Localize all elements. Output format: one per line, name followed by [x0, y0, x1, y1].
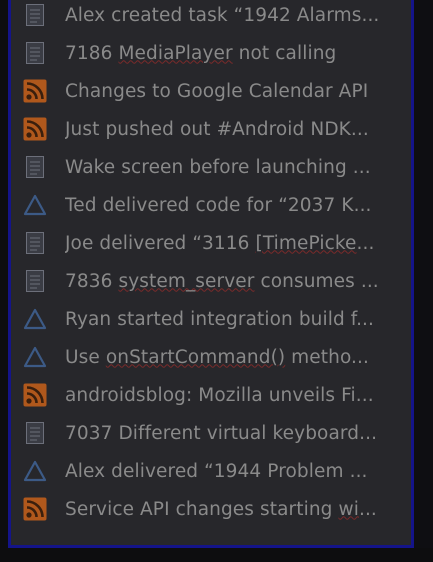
feed-item[interactable]: Ryan started integration build f... [11, 300, 411, 338]
feed-item-label: Changes to Google Calendar API [65, 81, 368, 102]
rss-icon [23, 79, 47, 103]
feed-item[interactable]: 7037 Different virtual keyboard... [11, 414, 411, 452]
feed-item-text: ... [358, 498, 377, 520]
feed-item-text: ... [356, 232, 375, 254]
feed-item-label: 7836 system_server consumes ... [65, 271, 379, 292]
feed-item[interactable]: Joe delivered “3116 [TimePicke... [11, 224, 411, 262]
feed-item-label: Service API changes starting wi... [65, 499, 377, 520]
document-icon [23, 3, 47, 27]
spellcheck-word: system_server [118, 270, 255, 292]
triangle-icon [23, 345, 47, 369]
feed-item-text: Ryan started integration build f... [65, 308, 375, 330]
document-icon [23, 231, 47, 255]
feed-item-text: Wake screen before launching ... [65, 156, 371, 178]
feed-item-text: Ted delivered code for “2037 K... [65, 194, 372, 216]
triangle-icon [23, 193, 47, 217]
activity-feed-list: Alex created task “1942 Alarms... 7186 Me… [11, 0, 411, 528]
panel-right-edge [414, 0, 433, 562]
feed-item[interactable]: Alex delivered “1944 Problem ... [11, 452, 411, 490]
feed-item-text: consumes ... [254, 270, 379, 292]
document-icon [23, 269, 47, 293]
feed-item[interactable]: Alex created task “1942 Alarms... [11, 0, 411, 34]
feed-item-text: Service API changes starting [65, 498, 339, 520]
spellcheck-word: MediaPlayer [118, 42, 233, 64]
feed-item[interactable]: Just pushed out #Android NDK... [11, 110, 411, 148]
feed-item-text: 7186 [65, 42, 119, 64]
activity-feed-panel: Alex created task “1942 Alarms... 7186 Me… [8, 0, 414, 548]
feed-item[interactable]: Wake screen before launching ... [11, 148, 411, 186]
feed-item-text: 7037 Different virtual keyboard... [65, 422, 378, 444]
feed-item-text: Changes to Google Calendar API [65, 80, 369, 102]
feed-item-text: Use [65, 346, 106, 368]
feed-item-label: 7037 Different virtual keyboard... [65, 423, 377, 444]
document-icon [23, 155, 47, 179]
rss-icon [23, 497, 47, 521]
feed-item-label: Wake screen before launching ... [65, 157, 371, 178]
spellcheck-word: [TimePicke [255, 232, 357, 254]
spellcheck-word: wi [338, 498, 359, 520]
panel-bottom-edge [0, 548, 433, 562]
feed-item-text: 7836 [65, 270, 119, 292]
feed-item[interactable]: Use onStartCommand() metho... [11, 338, 411, 376]
feed-item-text: Just pushed out #Android NDK... [65, 118, 369, 140]
feed-item[interactable]: 7836 system_server consumes ... [11, 262, 411, 300]
feed-item-text: metho... [285, 346, 370, 368]
triangle-icon [23, 459, 47, 483]
feed-item-label: Joe delivered “3116 [TimePicke... [65, 233, 374, 254]
feed-item[interactable]: androidsblog: Mozilla unveils Fi... [11, 376, 411, 414]
feed-item-label: Just pushed out #Android NDK... [65, 119, 369, 140]
feed-item-label: Ryan started integration build f... [65, 309, 374, 330]
spellcheck-word: onStartCommand() [105, 346, 286, 368]
feed-item[interactable]: Ted delivered code for “2037 K... [11, 186, 411, 224]
feed-item-text: Joe delivered “3116 [65, 232, 256, 254]
feed-item-text: Alex delivered “1944 Problem ... [65, 460, 368, 482]
feed-item-label: Alex delivered “1944 Problem ... [65, 461, 368, 482]
rss-icon [23, 117, 47, 141]
feed-item[interactable]: 7186 MediaPlayer not calling [11, 34, 411, 72]
feed-item[interactable]: Service API changes starting wi... [11, 490, 411, 528]
feed-item[interactable]: Changes to Google Calendar API [11, 72, 411, 110]
feed-item-label: Use onStartCommand() metho... [65, 347, 369, 368]
feed-item-label: 7186 MediaPlayer not calling [65, 43, 336, 64]
triangle-icon [23, 307, 47, 331]
feed-item-label: Ted delivered code for “2037 K... [65, 195, 372, 216]
feed-item-text: androidsblog: Mozilla unveils Fi... [65, 384, 374, 406]
feed-item-text: Alex created task “1942 Alarms... [65, 4, 380, 26]
rss-icon [23, 383, 47, 407]
document-icon [23, 421, 47, 445]
feed-item-label: androidsblog: Mozilla unveils Fi... [65, 385, 374, 406]
document-icon [23, 41, 47, 65]
feed-item-label: Alex created task “1942 Alarms... [65, 5, 379, 26]
feed-item-text: not calling [232, 42, 337, 64]
